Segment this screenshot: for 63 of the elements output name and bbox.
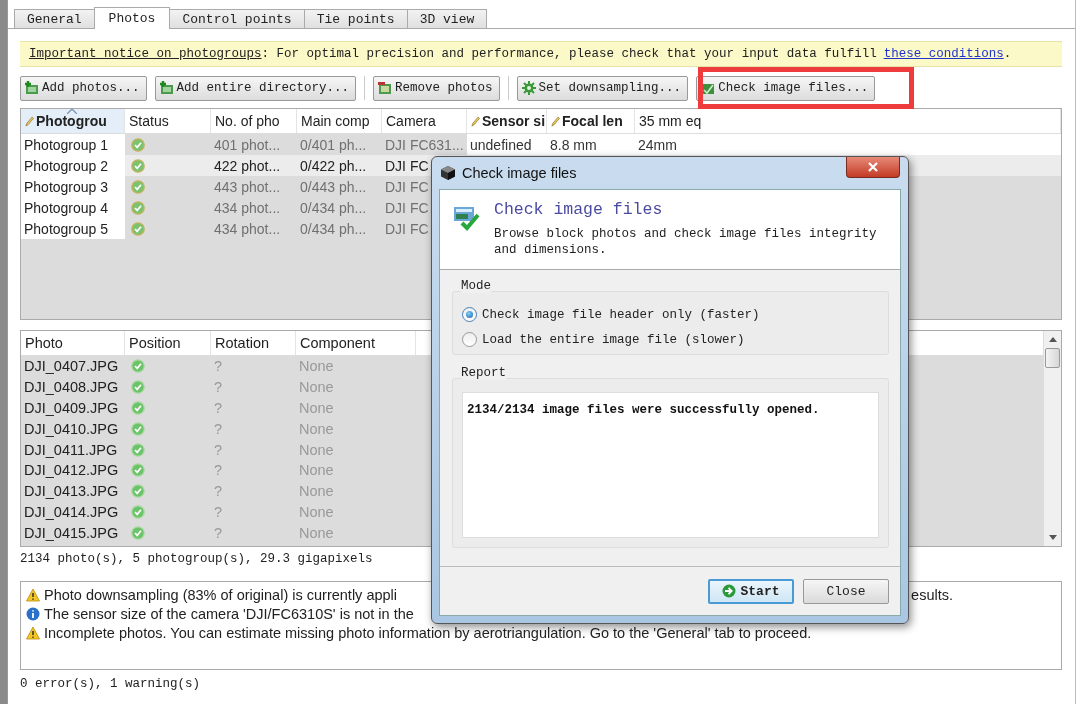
table-cell: DJI_0411.JPG: [24, 441, 118, 458]
table-cell: 434 phot...: [214, 199, 281, 216]
table-cell: DJI FC: [385, 220, 429, 237]
table-cell: DJI_0412.JPG: [24, 462, 119, 479]
table-cell: None: [299, 379, 334, 396]
table-cell: 8.8 mm: [550, 136, 597, 153]
table-cell: None: [299, 358, 334, 375]
table-cell: 0/434 ph...: [300, 199, 367, 216]
table-cell: DJI_0413.JPG: [24, 483, 119, 500]
table-cell: 0/401 ph...: [300, 136, 367, 153]
table-cell: None: [299, 400, 334, 416]
table-cell: None: [299, 420, 334, 437]
table-cell: DJI_0415.JPG: [24, 524, 119, 541]
table-cell: Photogroup 2: [24, 157, 109, 174]
dialog-heading: Check image files: [494, 200, 664, 219]
table-cell: Photogroup 4: [24, 199, 109, 216]
summary-text: 2134 photo(s), 5 photogroup(s), 29.3 gigapixels: [20, 552, 374, 568]
table-cell: 0/434 ph...: [300, 220, 367, 237]
message-text: Incomplete photos. You can estimate missing photo information by aerotriangulation. Go to the 'General' tab to proceed.: [44, 624, 812, 641]
table-cell: DJI FC: [385, 199, 429, 216]
table-cell: None: [299, 462, 334, 479]
table-cell: None: [299, 483, 334, 500]
table-cell: ?: [214, 358, 223, 375]
table-cell: ?: [214, 524, 223, 541]
table-cell: 434 phot...: [214, 220, 281, 237]
dialog-description: Browse block photos and check image files integrity and dimensions.: [494, 226, 878, 258]
group-label: Mode: [461, 279, 491, 293]
table-cell: DJI FC631...: [385, 136, 464, 153]
message-text: The sensor size of the camera 'DJI/FC6310S' is not in the: [44, 605, 414, 622]
group-label: Report: [461, 366, 506, 380]
table-cell: 443 phot...: [214, 178, 281, 195]
table-cell: 24mm: [638, 136, 677, 153]
table-cell: DJI FC: [385, 157, 429, 174]
notice-text: : For optimal precision and performance, please check that your input data fulfill: [261, 47, 877, 61]
table-cell: Photogroup 1: [24, 136, 109, 153]
table-cell: 0/443 ph...: [300, 178, 367, 195]
table-cell: None: [299, 524, 334, 541]
table-cell: 401 phot...: [214, 136, 281, 153]
notice-end: .: [1003, 47, 1012, 61]
table-cell: DJI_0414.JPG: [24, 503, 119, 520]
table-cell: None: [299, 503, 334, 520]
table-cell: Photogroup 3: [24, 178, 109, 195]
table-cell: 422 phot...: [214, 157, 281, 174]
message-text: esults.: [911, 586, 953, 603]
table-cell: ?: [214, 420, 223, 437]
table-cell: DJI_0409.JPG: [24, 400, 119, 416]
table-cell: ?: [214, 503, 223, 520]
table-cell: DJI FC: [385, 178, 429, 195]
table-cell: DJI_0407.JPG: [24, 358, 119, 375]
table-cell: ?: [214, 483, 223, 500]
table-cell: Photogroup 5: [24, 220, 109, 237]
table-cell: DJI_0410.JPG: [24, 420, 119, 437]
table-cell: ?: [214, 462, 223, 479]
table-cell: ?: [214, 400, 223, 416]
table-cell: ?: [214, 379, 223, 396]
status-text: 0 error(s), 1 warning(s): [20, 677, 202, 691]
table-cell: DJI_0408.JPG: [24, 379, 119, 396]
dialog-title: Check image files: [462, 165, 577, 181]
message-text: Photo downsampling (83% of original) is currently appli: [44, 586, 397, 603]
table-cell: 0/422 ph...: [300, 157, 367, 174]
table-cell: None: [299, 441, 334, 458]
table-cell: ?: [214, 441, 223, 458]
table-cell: undefined: [470, 136, 532, 153]
